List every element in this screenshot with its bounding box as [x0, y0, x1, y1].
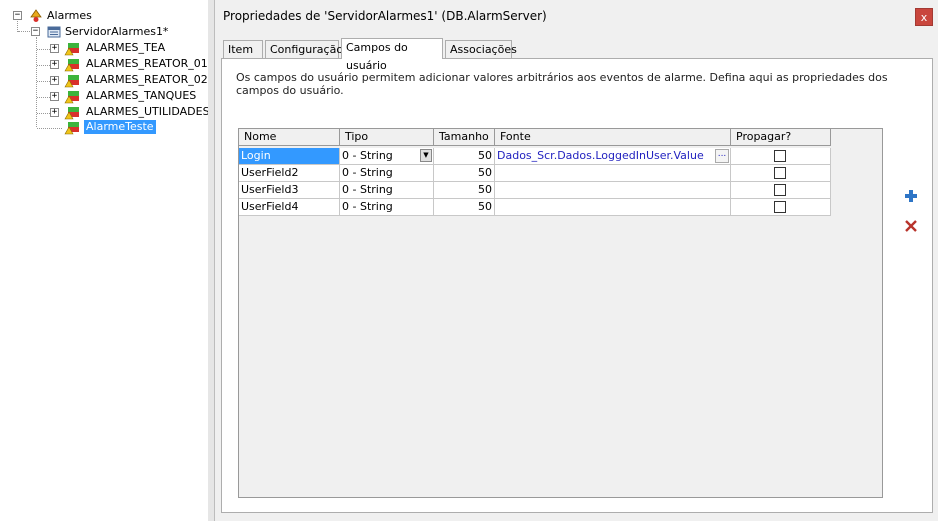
cell-tamanho[interactable]: 50 [434, 199, 495, 216]
col-header-propagar[interactable]: Propagar? [731, 129, 831, 146]
table-row[interactable]: UserField2 0 - String 50 [239, 165, 831, 182]
cell-tamanho-text: 50 [478, 183, 492, 196]
alarm-tree: − Alarmes − ServidorAlarmes1* + ALARMES_T… [0, 0, 212, 521]
delete-x-icon[interactable] [904, 219, 918, 233]
cell-fonte[interactable]: Dados_Scr.Dados.LoggedInUser.Value... [495, 148, 731, 165]
col-header-nome[interactable]: Nome [239, 129, 340, 146]
alarm-group-icon [64, 59, 79, 72]
cell-propagar[interactable] [731, 165, 831, 182]
col-header-fonte[interactable]: Fonte [495, 129, 731, 146]
alarm-group-icon [64, 75, 79, 88]
cell-fonte-text: Dados_Scr.Dados.LoggedInUser.Value [497, 149, 704, 162]
cell-nome-text: Login [241, 149, 271, 162]
expand-toggle-group[interactable]: + [50, 108, 59, 117]
col-header-tipo[interactable]: Tipo [340, 129, 434, 146]
tree-group-label[interactable]: ALARMES_REATOR_01 [86, 57, 208, 71]
dropdown-arrow-icon[interactable]: ▼ [420, 149, 432, 162]
user-fields-grid: Nome Tipo Tamanho Fonte Propagar? Login 0… [238, 128, 883, 498]
cell-tipo[interactable]: 0 - String [340, 182, 434, 199]
propagar-checkbox[interactable] [774, 184, 786, 196]
cell-tipo-text: 0 - String [342, 166, 393, 179]
alarm-group-icon [64, 91, 79, 104]
tab-configuracao[interactable]: Configuração [265, 40, 343, 58]
table-row[interactable]: UserField3 0 - String 50 [239, 182, 831, 199]
description-text: Os campos do usuário permitem adicionar … [236, 71, 888, 97]
alarm-group-icon [64, 107, 79, 120]
propagar-checkbox[interactable] [774, 167, 786, 179]
tree-server-label[interactable]: ServidorAlarmes1* [65, 25, 168, 39]
cell-tipo-text: 0 - String [342, 183, 393, 196]
cell-nome-text: UserField3 [241, 183, 299, 196]
propagar-checkbox[interactable] [774, 150, 786, 162]
cell-nome[interactable]: UserField3 [239, 182, 340, 199]
cell-nome[interactable]: UserField4 [239, 199, 340, 216]
cell-propagar[interactable] [731, 182, 831, 199]
cell-tipo[interactable]: 0 - String ▼ [340, 148, 434, 165]
tree-group-label[interactable]: ALARMES_TEA [86, 41, 165, 55]
tree-root-label[interactable]: Alarmes [47, 9, 92, 23]
grid-header: Nome Tipo Tamanho Fonte Propagar? [239, 129, 831, 146]
cell-tipo-text: 0 - String [342, 200, 393, 213]
alarm-root-icon [30, 9, 42, 22]
server-icon [47, 26, 61, 38]
cell-tamanho[interactable]: 50 [434, 182, 495, 199]
cell-fonte[interactable] [495, 199, 731, 216]
tree-group-label[interactable]: ALARMES_REATOR_02 [86, 73, 208, 87]
cell-propagar[interactable] [731, 199, 831, 216]
cell-tipo[interactable]: 0 - String [340, 199, 434, 216]
cell-tamanho[interactable]: 50 [434, 148, 495, 165]
cell-nome[interactable]: UserField2 [239, 165, 340, 182]
cell-nome-text: UserField4 [241, 200, 299, 213]
tab-associacoes[interactable]: Associações [445, 40, 517, 58]
cell-nome-text: UserField2 [241, 166, 299, 179]
cell-tipo[interactable]: 0 - String [340, 165, 434, 182]
dialog-bottom-edge [215, 513, 938, 521]
cell-tamanho[interactable]: 50 [434, 165, 495, 182]
tab-campos-do-usuario[interactable]: Campos do usuário [341, 38, 443, 72]
cell-fonte[interactable] [495, 165, 731, 182]
tree-selected-item[interactable]: AlarmeTeste [84, 120, 156, 134]
cell-tamanho-text: 50 [478, 166, 492, 179]
collapse-toggle-root[interactable]: − [13, 11, 22, 20]
expand-toggle-group[interactable]: + [50, 92, 59, 101]
plus-icon[interactable] [904, 189, 918, 203]
close-button[interactable]: x [915, 8, 933, 26]
cell-tipo-text: 0 - String [342, 149, 393, 162]
cell-nome[interactable]: Login [239, 148, 340, 165]
expand-toggle-group[interactable]: + [50, 76, 59, 85]
tree-group-label[interactable]: ALARMES_TANQUES [86, 89, 196, 103]
cell-tamanho-text: 50 [478, 200, 492, 213]
cell-tamanho-text: 50 [478, 149, 492, 162]
dialog-title: Propriedades de 'ServidorAlarmes1' (DB.A… [223, 9, 547, 23]
tree-group-label[interactable]: ALARMES_UTILIDADES [86, 105, 210, 119]
expand-toggle-group[interactable]: + [50, 60, 59, 69]
browse-button[interactable]: ... [715, 149, 729, 163]
expand-toggle-group[interactable]: + [50, 44, 59, 53]
alarm-item-icon [64, 122, 79, 135]
cell-propagar[interactable] [731, 148, 831, 165]
propagar-checkbox[interactable] [774, 201, 786, 213]
table-row[interactable]: UserField4 0 - String 50 [239, 199, 831, 216]
table-row[interactable]: Login 0 - String ▼ 50 Dados_Scr.Dados.Logged… [239, 148, 831, 165]
cell-fonte[interactable] [495, 182, 731, 199]
tab-panel: Os campos do usuário permitem adicionar … [221, 58, 933, 513]
tab-item[interactable]: Item [223, 40, 263, 58]
properties-dialog: Propriedades de 'ServidorAlarmes1' (DB.A… [214, 0, 938, 521]
col-header-tamanho[interactable]: Tamanho [434, 129, 495, 146]
collapse-toggle-server[interactable]: − [31, 27, 40, 36]
alarm-group-icon [64, 43, 79, 56]
